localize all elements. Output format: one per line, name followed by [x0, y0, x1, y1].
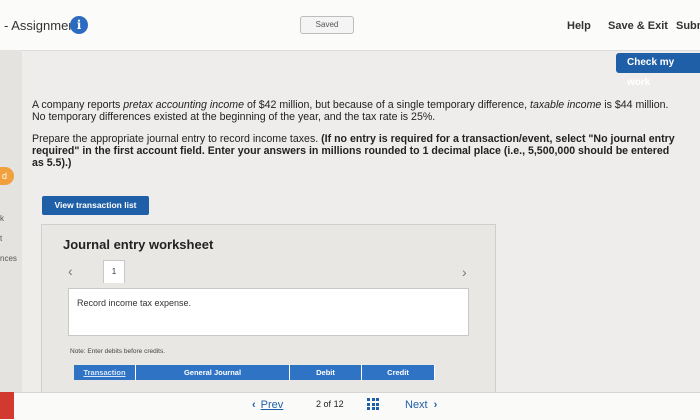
help-button[interactable]: Help [567, 20, 591, 32]
left-edge-text: k [0, 214, 4, 223]
left-edge-text: t [0, 234, 3, 243]
chevron-right-icon[interactable]: › [462, 264, 467, 280]
column-header-general-journal: General Journal [136, 365, 290, 380]
info-icon[interactable]: i [70, 16, 88, 34]
side-alert-strip [0, 392, 14, 419]
bottom-navigation: ‹ Prev 2 of 12 Next › [0, 392, 700, 420]
grid-icon[interactable] [367, 398, 379, 410]
entry-description: Record income tax expense. [77, 298, 192, 308]
chevron-left-icon[interactable]: ‹ [68, 263, 73, 279]
save-exit-button[interactable]: Save & Exit [608, 20, 668, 32]
saved-status-badge: Saved [300, 16, 354, 34]
question-paragraph-2: Prepare the appropriate journal entry to… [32, 133, 675, 169]
chevron-left-icon: ‹ [252, 399, 256, 411]
column-header-debit: Debit [290, 365, 362, 380]
view-transaction-list-button[interactable]: View transaction list [42, 196, 149, 215]
journal-table-header: Transaction General Journal Debit Credit [74, 365, 435, 380]
question-text: A company reports pretax accounting inco… [32, 99, 682, 169]
assignment-title: - Assignment [4, 18, 80, 33]
worksheet-title: Journal entry worksheet [63, 237, 214, 252]
worksheet-tab-1[interactable]: 1 [103, 260, 125, 283]
next-button[interactable]: Next › [405, 399, 437, 411]
prev-button[interactable]: ‹ Prev [252, 399, 283, 411]
top-bar: - Assignment i Saved Help Save & Exit Su… [0, 0, 700, 51]
column-header-credit: Credit [362, 365, 435, 380]
submit-button[interactable]: Subm [676, 20, 700, 32]
page-indicator: 2 of 12 [316, 399, 344, 409]
chevron-right-icon: › [433, 399, 438, 411]
prev-label: Prev [260, 399, 284, 411]
entry-description-box: Record income tax expense. [68, 288, 469, 336]
column-header-transaction[interactable]: Transaction [74, 365, 136, 380]
journal-entry-worksheet: Journal entry worksheet ‹ 1 › Record inc… [41, 224, 496, 395]
check-my-work-button[interactable]: Check my work [616, 53, 700, 88]
question-paragraph-1: A company reports pretax accounting inco… [32, 99, 669, 123]
worksheet-note: Note: Enter debits before credits. [70, 348, 166, 355]
left-edge-text: nces [0, 254, 17, 263]
next-label: Next [405, 399, 428, 411]
left-sidebar-edge [0, 50, 22, 419]
